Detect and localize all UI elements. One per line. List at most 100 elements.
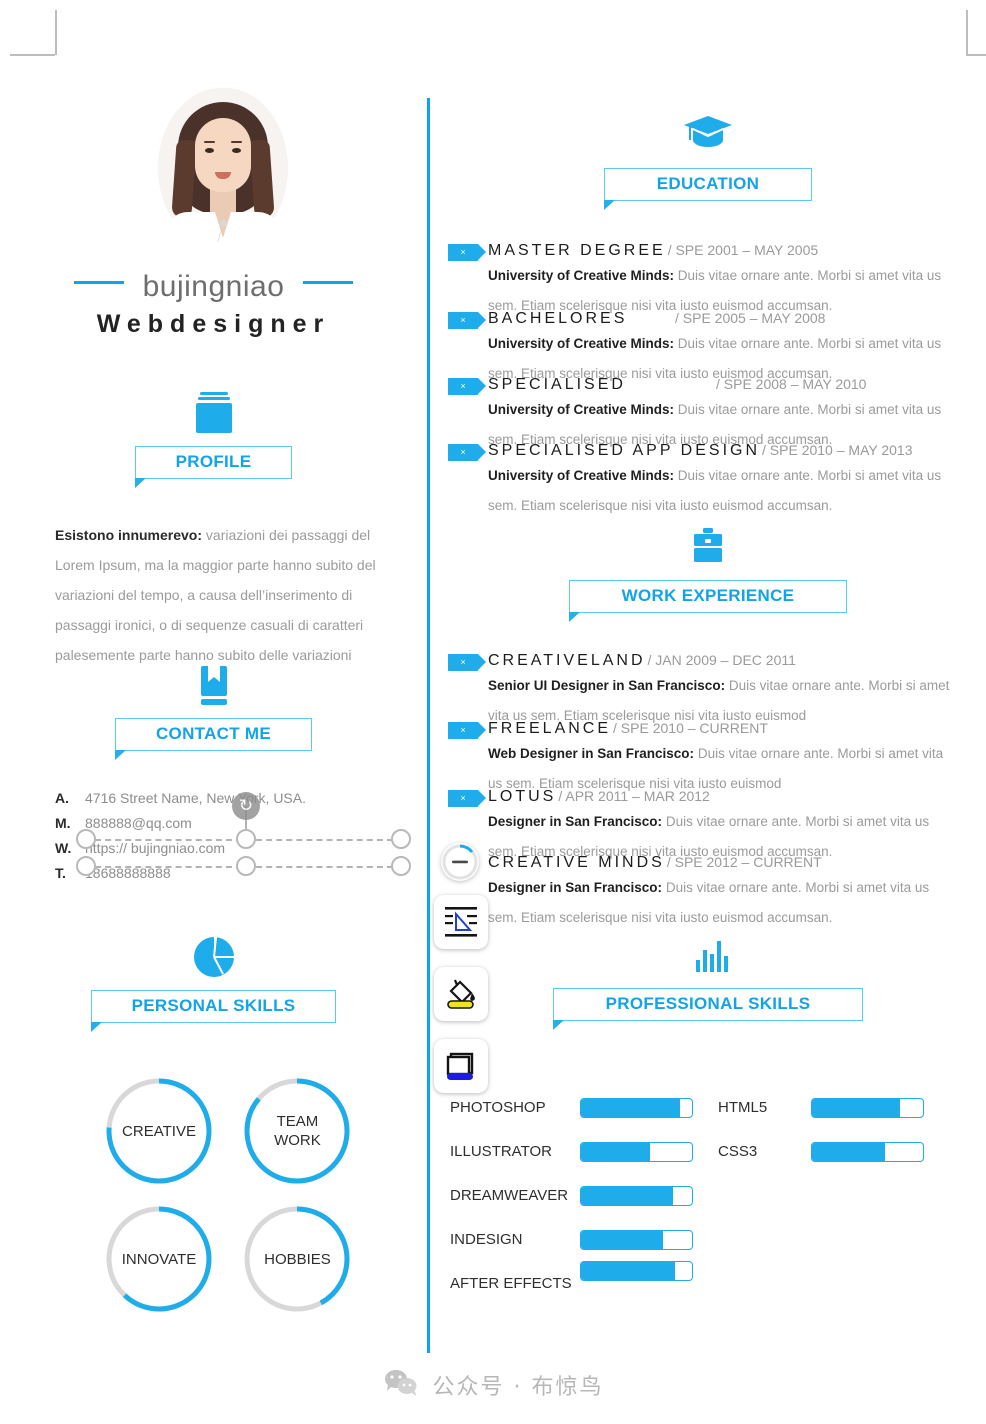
broken-image-icon: × bbox=[448, 722, 486, 739]
skill-ring: CREATIVE bbox=[103, 1075, 215, 1187]
education-title: BACHELORES bbox=[488, 310, 628, 327]
education-org: University of Creative Minds: bbox=[488, 468, 675, 483]
education-org: University of Creative Minds: bbox=[488, 336, 675, 351]
text-shape-tool[interactable] bbox=[434, 895, 488, 949]
portrait-photo bbox=[158, 88, 288, 248]
avatar bbox=[158, 88, 288, 248]
work-title: FREELANCE bbox=[488, 720, 612, 737]
section-title-work: WORK EXPERIENCE bbox=[568, 580, 848, 622]
work-role: Designer in San Francisco: bbox=[488, 880, 663, 895]
skill-bar-fill bbox=[581, 1143, 650, 1161]
skill-ring-label: HOBBIES bbox=[264, 1250, 331, 1268]
skill-bar-track[interactable] bbox=[580, 1142, 693, 1162]
resize-handle-tc[interactable] bbox=[236, 829, 256, 849]
education-org: University of Creative Minds: bbox=[488, 268, 675, 283]
education-org: University of Creative Minds: bbox=[488, 402, 675, 417]
name-rule-left bbox=[74, 281, 125, 285]
professional-skills-left: PHOTOSHOP ILLUSTRATOR DREAMWEAVER INDESI… bbox=[450, 1086, 720, 1306]
contact-value-address[interactable]: 4716 Street Name, New York, USA. bbox=[85, 790, 306, 806]
progress-knob-tool[interactable] bbox=[441, 843, 479, 881]
skill-row: CSS3 bbox=[718, 1130, 968, 1174]
skill-ring-label: TEAM WORK bbox=[274, 1113, 321, 1149]
contact-key: M. bbox=[55, 815, 71, 831]
section-professional-skills-header: PROFESSIONAL SKILLS bbox=[430, 930, 986, 1030]
skill-ring: HOBBIES bbox=[241, 1203, 353, 1315]
work-date: / JAN 2009 – DEC 2011 bbox=[647, 652, 796, 668]
education-date: / SPE 2008 – MAY 2010 bbox=[716, 376, 867, 392]
profile-lead: Esistono innumerevo: bbox=[55, 527, 203, 543]
skill-bar-track[interactable] bbox=[580, 1261, 693, 1281]
watermark-text: 公众号 · 布惊鸟 bbox=[432, 1374, 604, 1400]
section-title-contact: CONTACT ME bbox=[114, 718, 313, 760]
skill-ring-label: INNOVATE bbox=[121, 1250, 197, 1268]
section-title-personal-skills: PERSONAL SKILLS bbox=[90, 990, 337, 1032]
skill-bar-fill bbox=[812, 1099, 900, 1117]
broken-image-icon: × bbox=[448, 378, 486, 395]
work-title: CREATIVELAND bbox=[488, 652, 646, 669]
education-title: MASTER DEGREE bbox=[488, 242, 666, 259]
footer-watermark: 公众号 · 布惊鸟 bbox=[0, 1368, 986, 1401]
skill-row: INDESIGN bbox=[450, 1218, 720, 1262]
professional-skills-right: HTML5 CSS3 bbox=[718, 1086, 968, 1174]
broken-image-icon: × bbox=[448, 654, 486, 671]
education-date: / SPE 2001 – MAY 2005 bbox=[667, 242, 819, 258]
contact-key: A. bbox=[55, 790, 69, 806]
work-title: CREATIVE MINDS bbox=[488, 854, 665, 871]
skill-row: AFTER EFFECTS bbox=[450, 1261, 720, 1306]
skill-label: DREAMWEAVER bbox=[450, 1187, 569, 1204]
left-column: bujingniao Webdesigner PROFILE Esistono … bbox=[0, 0, 427, 1424]
pie-chart-icon bbox=[0, 932, 427, 980]
contact-row-tel: T. 18688888888 bbox=[55, 865, 405, 890]
work-date: / SPE 2010 – CURRENT bbox=[613, 720, 768, 736]
resize-handle-tl[interactable] bbox=[76, 829, 96, 849]
skill-bar-track[interactable] bbox=[811, 1098, 924, 1118]
rotate-handle[interactable]: ↻ bbox=[232, 792, 260, 820]
skill-bar-track[interactable] bbox=[580, 1186, 693, 1206]
skill-label: PHOTOSHOP bbox=[450, 1099, 546, 1116]
education-title: SPECIALISED APP DESIGN bbox=[488, 442, 761, 459]
skill-bar-track[interactable] bbox=[811, 1142, 924, 1162]
page-title: bujingniao bbox=[142, 270, 285, 303]
education-title: SPECIALISED bbox=[488, 376, 626, 393]
contact-row-web: W. https:// bujingniao.com bbox=[55, 840, 405, 865]
contact-value-mail[interactable]: 888888@qq.com bbox=[85, 815, 192, 831]
resize-handle-bl[interactable] bbox=[76, 856, 96, 876]
book-icon bbox=[0, 660, 427, 708]
skill-bar-fill bbox=[812, 1143, 886, 1161]
skill-label: CSS3 bbox=[718, 1143, 758, 1160]
section-personal-skills-header: PERSONAL SKILLS bbox=[0, 932, 427, 1032]
work-date: / SPE 2012 – CURRENT bbox=[666, 854, 822, 870]
broken-image-icon: × bbox=[448, 790, 486, 807]
profile-text: Esistono innumerevo: variazioni dei pass… bbox=[55, 520, 400, 670]
name-rule-right bbox=[302, 281, 353, 285]
work-role: Web Designer in San Francisco: bbox=[488, 746, 695, 761]
resize-handle-tr[interactable] bbox=[391, 829, 411, 849]
shape-tool[interactable] bbox=[434, 1039, 488, 1093]
graduation-cap-icon bbox=[430, 110, 986, 158]
skill-bar-fill bbox=[581, 1262, 676, 1280]
work-role: Senior UI Designer in San Francisco: bbox=[488, 678, 726, 693]
skill-bar-track[interactable] bbox=[580, 1098, 693, 1118]
contact-row-mail: M. 888888@qq.com bbox=[55, 815, 405, 840]
name-row: bujingniao bbox=[0, 270, 427, 304]
fill-bucket-tool[interactable] bbox=[434, 967, 488, 1021]
section-contact-header: CONTACT ME bbox=[0, 660, 427, 760]
resize-handle-br[interactable] bbox=[391, 856, 411, 876]
wechat-icon bbox=[383, 1368, 419, 1401]
section-education-header: EDUCATION bbox=[430, 110, 986, 210]
work-entry: × CREATIVE MINDS / SPE 2012 – CURRENT De… bbox=[448, 852, 958, 933]
right-column: EDUCATION × MASTER DEGREE / SPE 2001 – M… bbox=[430, 0, 986, 1424]
section-title-education: EDUCATION bbox=[603, 168, 813, 210]
skill-row: PHOTOSHOP bbox=[450, 1086, 720, 1130]
contact-row-address: A. 4716 Street Name, New York, USA. bbox=[55, 790, 405, 815]
skill-bar-fill bbox=[581, 1099, 680, 1117]
skill-label: ILLUSTRATOR bbox=[450, 1143, 552, 1160]
skill-ring: INNOVATE bbox=[103, 1203, 215, 1315]
skill-ring-label: CREATIVE bbox=[122, 1122, 196, 1140]
contact-value-web[interactable]: https:// bujingniao.com bbox=[85, 840, 225, 856]
skill-bar-track[interactable] bbox=[580, 1230, 693, 1250]
resize-handle-bc[interactable] bbox=[236, 856, 256, 876]
skill-label: HTML5 bbox=[718, 1099, 768, 1116]
profile-body: variazioni dei passaggi del Lorem Ipsum,… bbox=[55, 527, 376, 663]
skill-row: HTML5 bbox=[718, 1086, 968, 1130]
